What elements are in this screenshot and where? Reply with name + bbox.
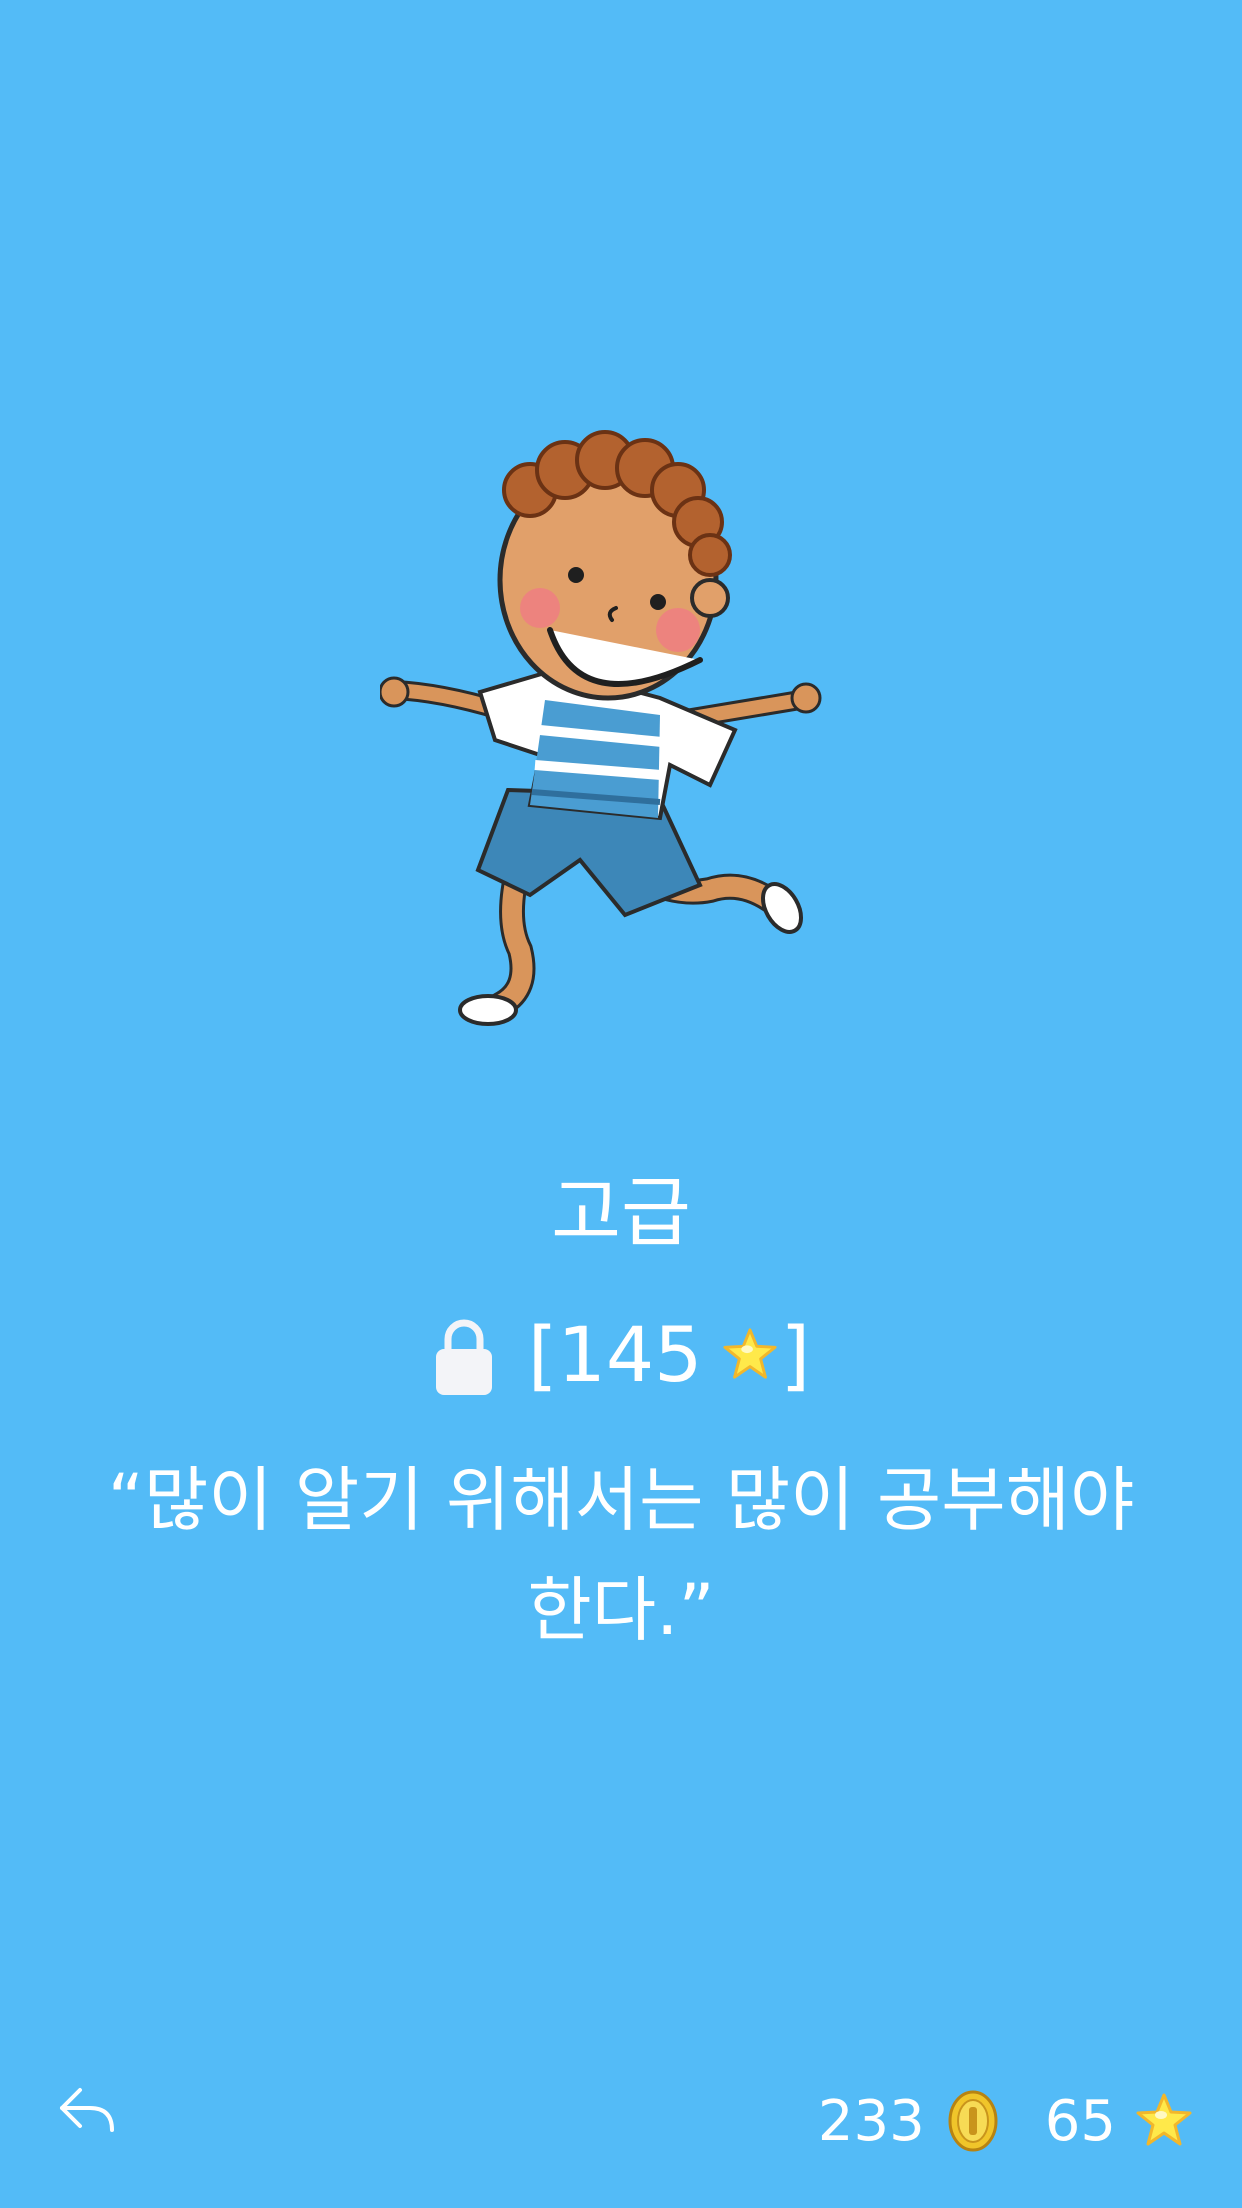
level-title: 고급 (551, 1168, 691, 1257)
star-icon (722, 1328, 777, 1379)
star-icon (1136, 2093, 1192, 2146)
unlock-requirement[interactable]: [ 145 ] (0, 1300, 1242, 1410)
level-screen: 고급 [ 145 ] “많이 알기 위해서는 많이 공부해야 한다.” 233 … (0, 0, 1242, 2208)
currency-counters: 233 65 (818, 2076, 1194, 2166)
unlock-bracket-close: ] (780, 1310, 811, 1399)
coin-count: 233 (817, 2088, 925, 2154)
star-count: 65 (1044, 2088, 1116, 2154)
coin-icon (948, 2090, 998, 2152)
lock-icon (435, 1319, 492, 1395)
character-illustration (380, 430, 822, 1026)
star-counter: 65 (1045, 2089, 1194, 2154)
back-arrow-icon[interactable] (56, 2082, 120, 2138)
unlock-cost: 145 (557, 1310, 703, 1399)
coin-counter: 233 (818, 2089, 999, 2154)
unlock-bracket-open: [ (527, 1310, 558, 1399)
quote-text: “많이 알기 위해서는 많이 공부해야 한다.” (107, 1459, 1135, 1651)
